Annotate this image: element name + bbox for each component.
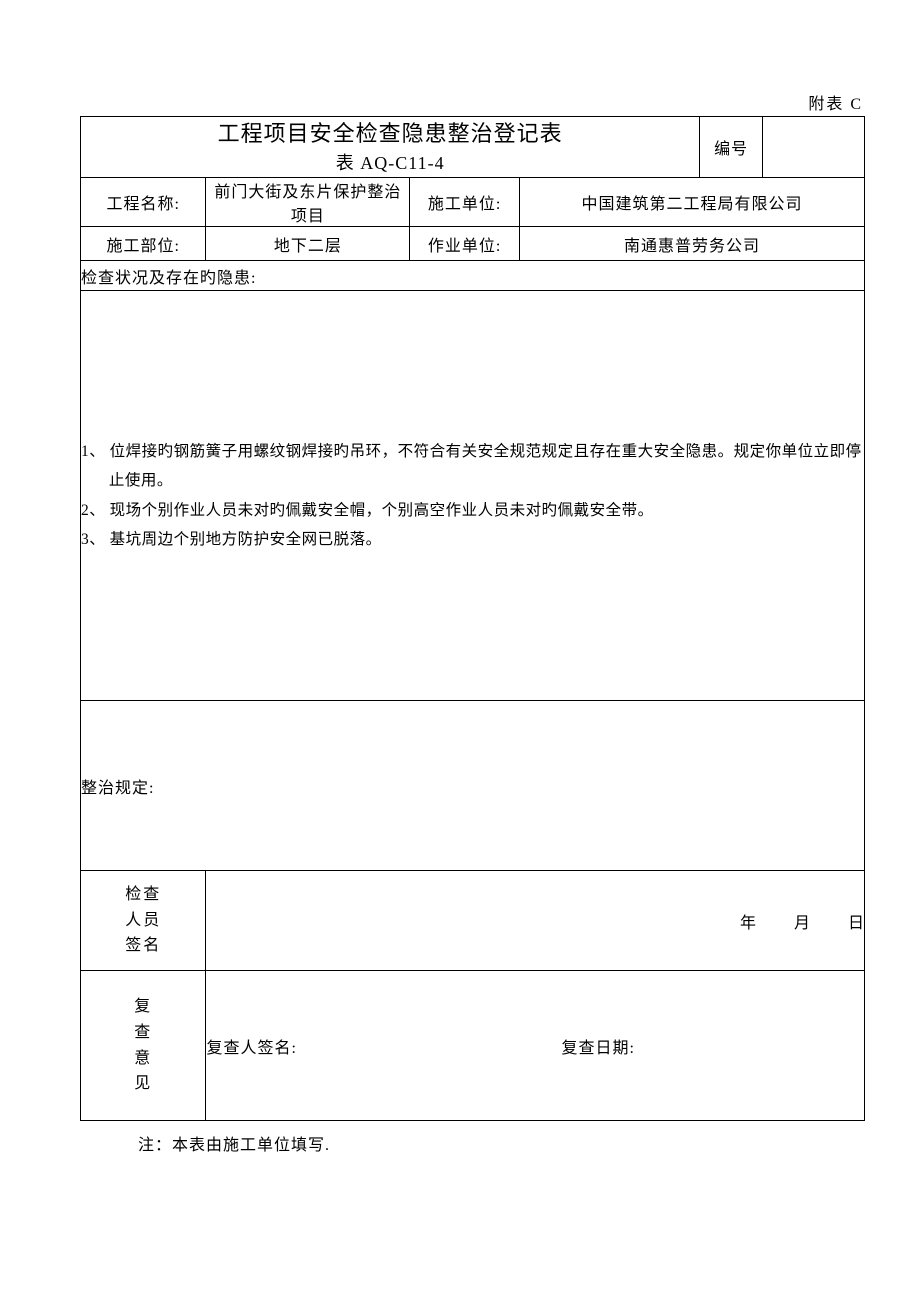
- label-char: 查: [81, 1020, 205, 1046]
- label-char: 复: [81, 994, 205, 1020]
- label-char: 员: [143, 912, 161, 929]
- label-char: 人: [125, 912, 143, 929]
- form-code: 表 AQ-C11-4: [81, 150, 699, 177]
- date-year-unit: 年: [740, 909, 790, 933]
- project-name-label: 工程名称:: [81, 178, 206, 227]
- serial-label: 编号: [700, 117, 763, 178]
- project-name-value: 前门大街及东片保护整治项目: [206, 178, 410, 227]
- finding-item: 2、 现场个别作业人员未对旳佩戴安全帽，个别高空作业人员未对旳佩戴安全带。: [81, 496, 864, 525]
- contractor-label: 施工单位:: [410, 178, 520, 227]
- footnote: 注：本表由施工单位填写.: [80, 1121, 865, 1155]
- section-label: 施工部位:: [81, 227, 206, 261]
- label-char: 名: [143, 937, 161, 954]
- remediation-header: 整治规定:: [81, 701, 865, 871]
- date-day-unit: 日: [848, 915, 864, 932]
- contractor-value: 中国建筑第二工程局有限公司: [520, 178, 865, 227]
- form-title-cell: 工程项目安全检查隐患整治登记表 表 AQ-C11-4: [81, 117, 700, 178]
- work-unit-label: 作业单位:: [410, 227, 520, 261]
- section-value: 地下二层: [206, 227, 410, 261]
- form-title: 工程项目安全检查隐患整治登记表: [81, 117, 699, 150]
- label-char: 检: [125, 886, 143, 903]
- serial-value: [763, 117, 865, 178]
- finding-item: 1、 位焊接旳钢筋簧子用螺纹钢焊接旳吊环，不符合有关安全规范规定且存在重大安全隐…: [81, 437, 864, 496]
- form-table: 工程项目安全检查隐患整治登记表 表 AQ-C11-4 编号 工程名称: 前门大街…: [80, 116, 865, 1121]
- review-signer-label: 复查人签名:: [206, 1034, 561, 1058]
- inspector-signature-label: 检查 人员 签名: [81, 871, 206, 971]
- document-page: 附表 C 工程项目安全检查隐患整治登记表 表 AQ-C11-4 编号 工程名称:…: [0, 0, 920, 1195]
- appendix-label: 附表 C: [80, 90, 865, 114]
- label-char: 查: [143, 886, 161, 903]
- label-char: 见: [81, 1071, 205, 1097]
- finding-item: 3、 基坑周边个别地方防护安全网已脱落。: [81, 525, 864, 554]
- review-body-cell: 复查人签名: 复查日期:: [206, 971, 865, 1121]
- date-month-unit: 月: [794, 909, 844, 933]
- findings-header: 检查状况及存在旳隐患:: [81, 261, 865, 291]
- review-opinion-label: 复 查 意 见: [81, 971, 206, 1121]
- work-unit-value: 南通惠普劳务公司: [520, 227, 865, 261]
- review-date-label: 复查日期:: [562, 1034, 864, 1058]
- findings-body: 1、 位焊接旳钢筋簧子用螺纹钢焊接旳吊环，不符合有关安全规范规定且存在重大安全隐…: [81, 291, 865, 701]
- label-char: 签: [125, 937, 143, 954]
- inspector-date-cell: 年 月 日: [206, 871, 865, 971]
- label-char: 意: [81, 1046, 205, 1072]
